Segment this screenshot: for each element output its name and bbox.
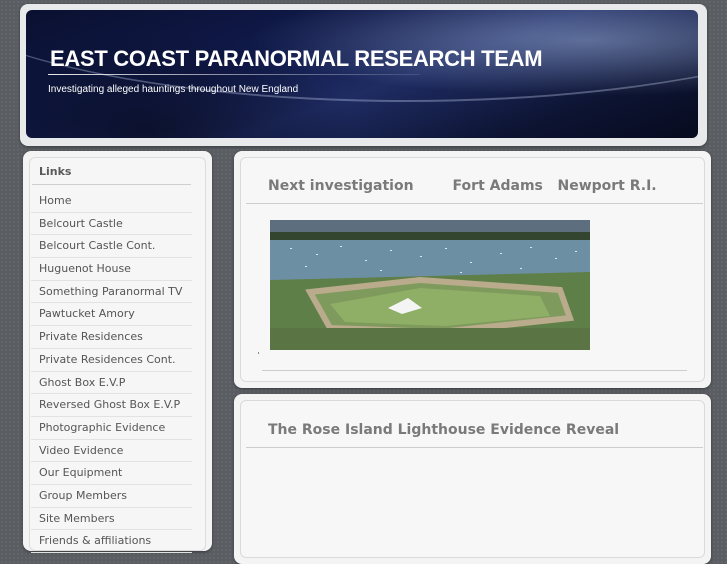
nav-link-our-equipment[interactable]: Our Equipment (31, 462, 192, 485)
nav-link-site-members[interactable]: Site Members (31, 508, 192, 531)
site-tagline: Investigating alleged hauntings througho… (48, 84, 299, 95)
links-heading: Links (39, 165, 72, 178)
nav-link-private-residences-cont[interactable]: Private Residences Cont. (31, 349, 192, 372)
nav-link-belcourt-castle-cont[interactable]: Belcourt Castle Cont. (31, 235, 192, 259)
fort-adams-photo-graphic (270, 220, 590, 350)
links-divider (32, 184, 191, 185)
nav-link-home[interactable]: Home (31, 190, 192, 213)
post-title-rose-island: The Rose Island Lighthouse Evidence Reve… (268, 422, 620, 438)
fort-adams-aerial-photo[interactable] (270, 220, 590, 350)
nav-link-friends-affiliations[interactable]: Friends & affiliations (31, 530, 192, 553)
nav-link-group-members[interactable]: Group Members (31, 485, 192, 508)
post-title-divider (246, 203, 703, 204)
nav-link-private-residences[interactable]: Private Residences (31, 326, 192, 349)
post-footer-divider (262, 370, 687, 371)
nav-link-photographic-evidence[interactable]: Photographic Evidence (31, 417, 192, 440)
nav-link-reversed-ghost-box-evp[interactable]: Reversed Ghost Box E.V.P (31, 394, 192, 417)
post-title-divider (246, 447, 703, 448)
nav-link-huguenot-house[interactable]: Huguenot House (31, 258, 192, 281)
sidebar-nav: Home Belcourt Castle Belcourt Castle Con… (31, 190, 192, 553)
nav-link-something-paranormal-tv[interactable]: Something Paranormal TV (31, 281, 192, 304)
nav-link-pawtucket-amory[interactable]: Pawtucket Amory (31, 303, 192, 327)
nav-link-ghost-box-evp[interactable]: Ghost Box E.V.P (31, 372, 192, 395)
title-underline (48, 74, 420, 75)
stray-mark (258, 352, 259, 354)
post-panel-rose-island (234, 394, 711, 564)
site-title[interactable]: EAST COAST PARANORMAL RESEARCH TEAM (50, 46, 543, 72)
post-title-next-investigation: Next investigation Fort Adams Newport R.… (268, 178, 657, 194)
nav-link-belcourt-castle[interactable]: Belcourt Castle (31, 213, 192, 236)
nav-link-video-evidence[interactable]: Video Evidence (31, 440, 192, 463)
